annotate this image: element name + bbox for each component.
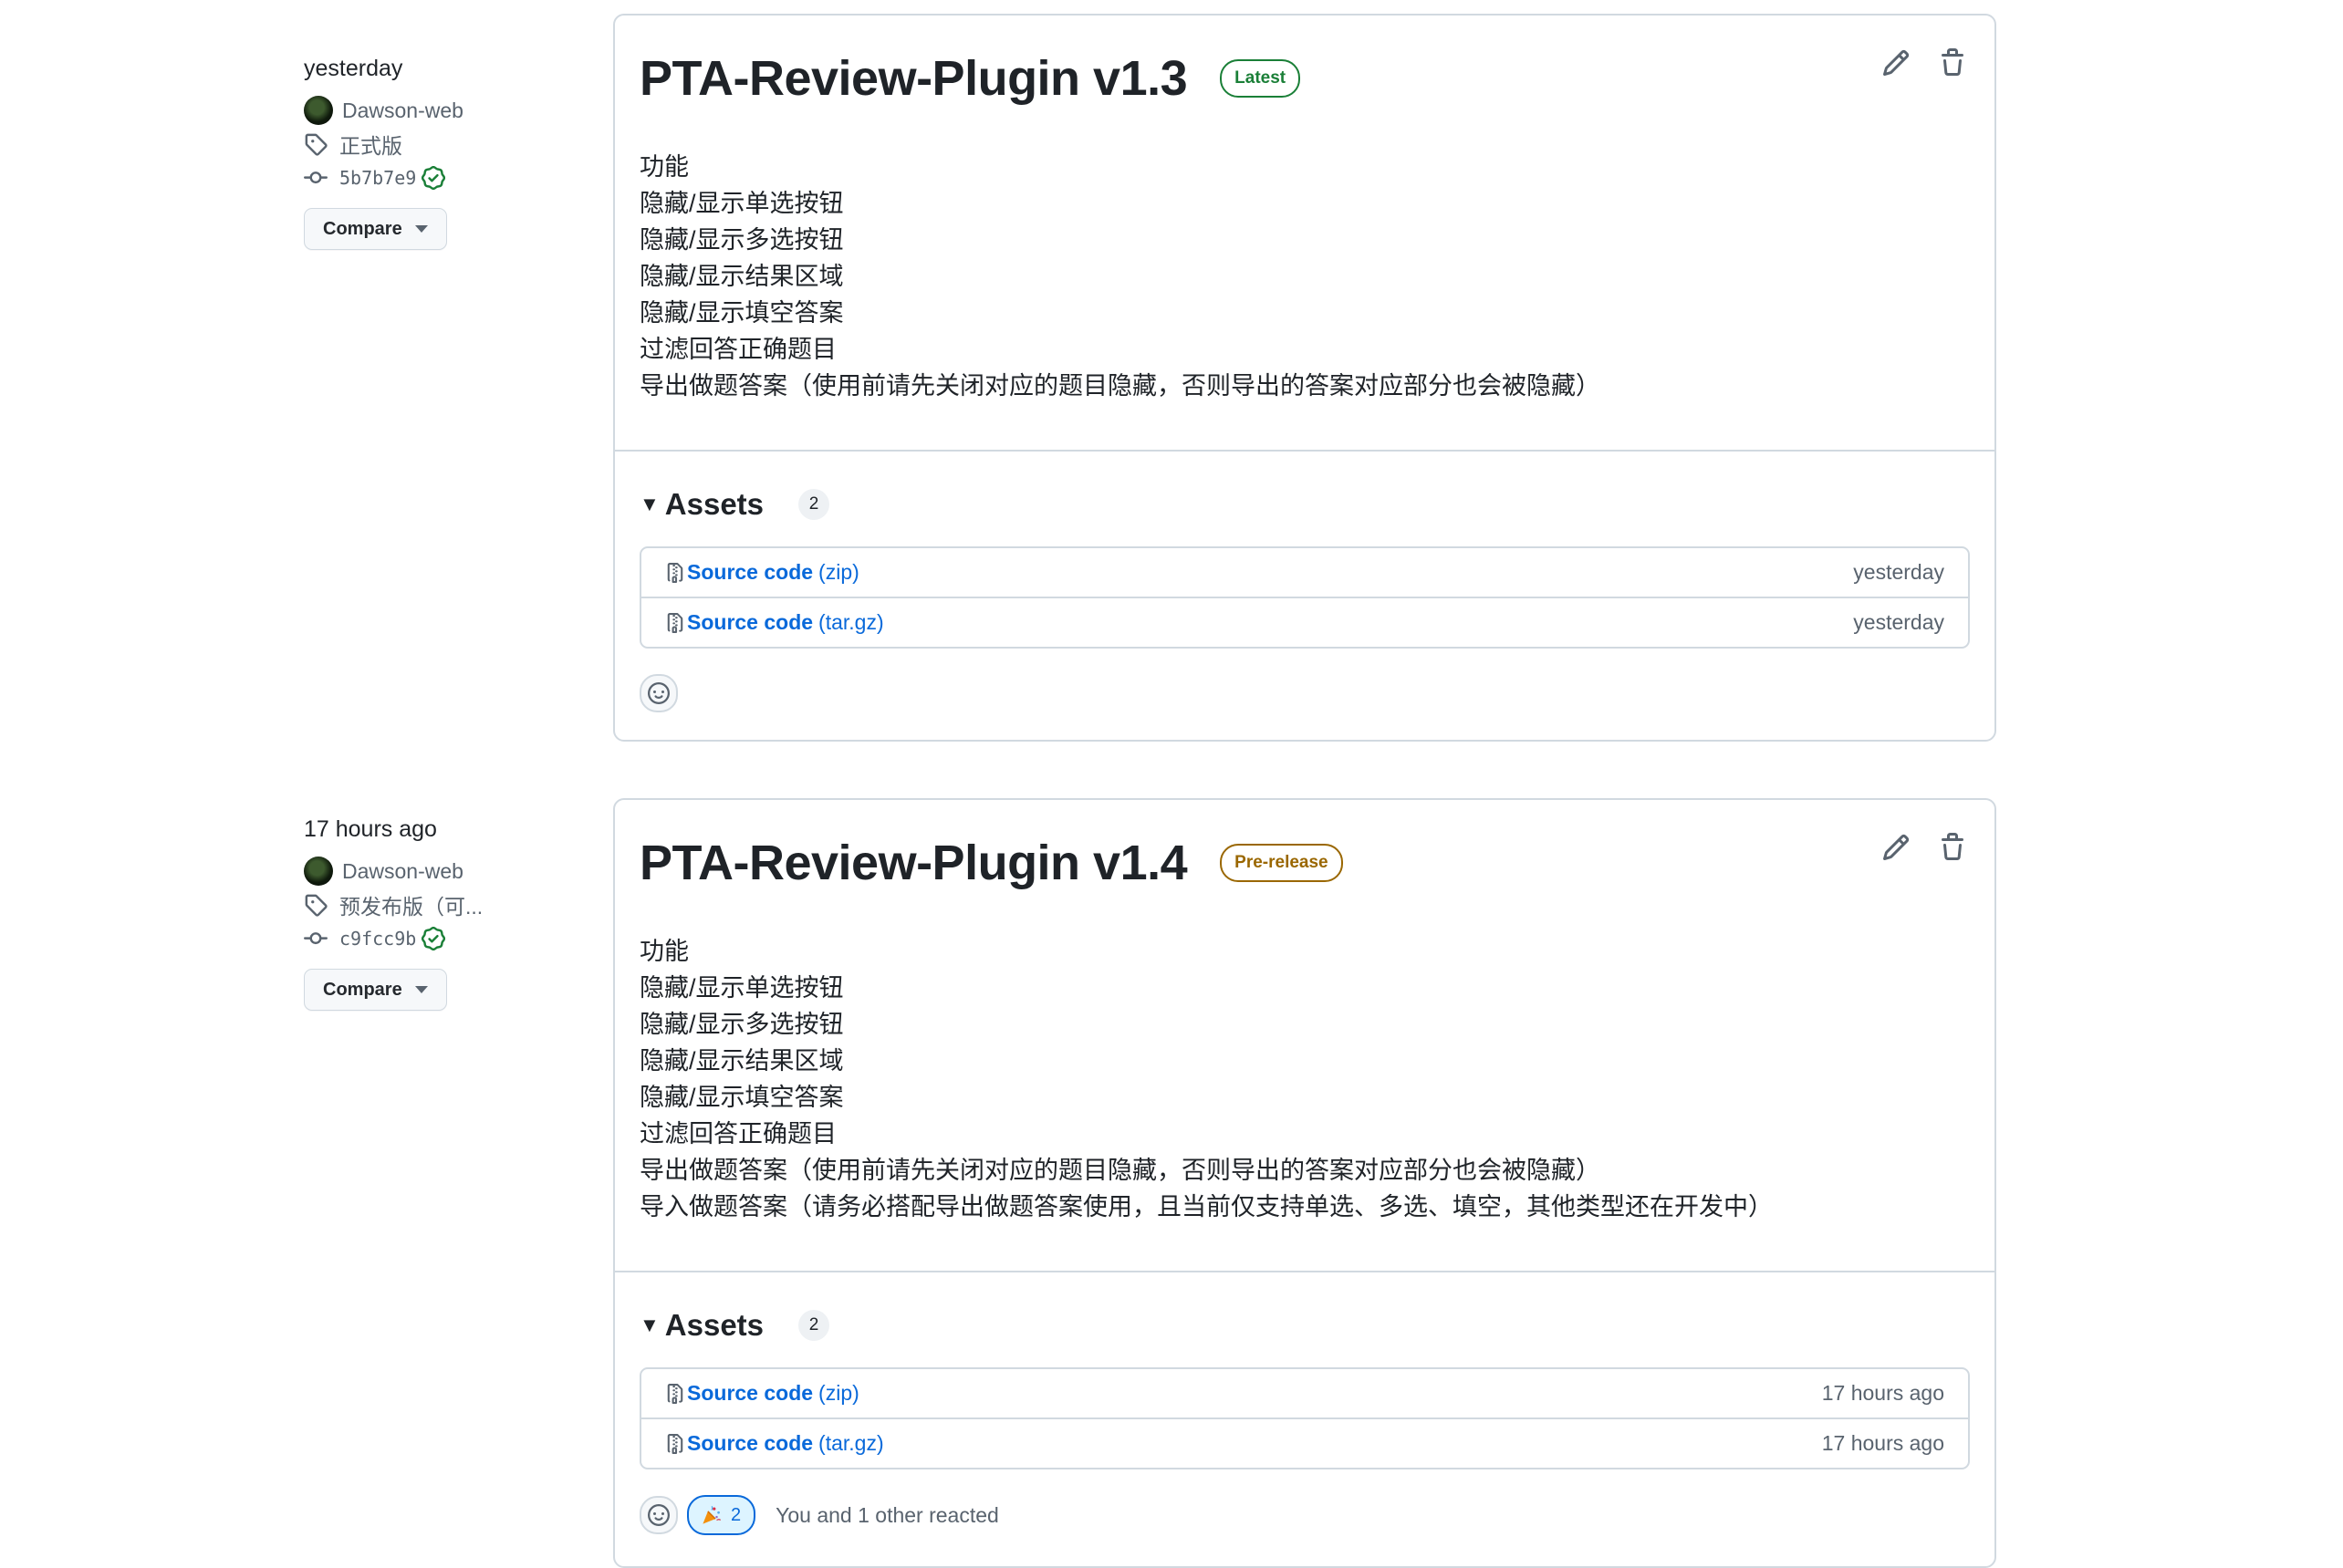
asset-ext[interactable]: (tar.gz): [818, 1431, 884, 1456]
asset-ext[interactable]: (zip): [818, 1381, 859, 1406]
divider: [615, 1271, 1994, 1272]
reactions: [640, 674, 1970, 740]
commit-sha[interactable]: 5b7b7e9: [339, 167, 416, 189]
tada-reaction-button[interactable]: 2: [687, 1495, 756, 1535]
release-author[interactable]: Dawson-web: [304, 856, 541, 887]
note-line: 导出做题答案（使用前请先关闭对应的题目隐藏，否则导出的答案对应部分也会被隐藏）: [640, 372, 1600, 400]
assets-label: Assets: [664, 487, 765, 521]
commit-icon: [304, 932, 328, 945]
release-sidebar: yesterday Dawson-web 正式版 5b7b7e9 Compare: [304, 54, 541, 250]
tag-icon: [305, 133, 328, 156]
release-date: 17 hours ago: [304, 816, 437, 842]
author-name[interactable]: Dawson-web: [342, 859, 463, 884]
note-line: 导入做题答案（请务必搭配导出做题答案使用，且当前仅支持单选、多选、填空，其他类型…: [640, 1193, 1773, 1220]
file-zip-icon: [667, 562, 683, 583]
release-commit[interactable]: 5b7b7e9: [304, 162, 541, 193]
release-card: PTA-Review-Plugin v1.4 Pre-release 功能 隐藏…: [613, 798, 1996, 1568]
release-sidebar: 17 hours ago Dawson-web 预发布版（可... c9fcc9…: [304, 815, 541, 1011]
pencil-icon[interactable]: [1881, 48, 1911, 78]
file-zip-icon: [667, 1433, 683, 1454]
release-title[interactable]: PTA-Review-Plugin v1.3: [640, 47, 1188, 110]
note-line: 导出做题答案（使用前请先关闭对应的题目隐藏，否则导出的答案对应部分也会被隐藏）: [640, 1157, 1600, 1184]
note-line: 隐藏/显示填空答案: [640, 299, 844, 327]
avatar[interactable]: [304, 857, 333, 886]
caret-down-icon: [414, 986, 428, 993]
add-reaction-button[interactable]: [640, 1496, 678, 1534]
trash-icon[interactable]: [1938, 833, 1967, 862]
latest-badge: Latest: [1220, 59, 1301, 98]
asset-date: 17 hours ago: [1821, 1381, 1944, 1405]
trash-icon[interactable]: [1938, 48, 1967, 78]
release-notes: 功能 隐藏/显示单选按钮 隐藏/显示多选按钮 隐藏/显示结果区域 隐藏/显示填空…: [640, 149, 1970, 404]
asset-row: Source code (zip) 17 hours ago: [641, 1369, 1968, 1417]
note-line: 隐藏/显示多选按钮: [640, 226, 844, 254]
note-line: 隐藏/显示结果区域: [640, 263, 844, 290]
file-zip-icon: [667, 612, 683, 633]
release-date: yesterday: [304, 56, 403, 81]
reaction-summary: You and 1 other reacted: [776, 1502, 999, 1527]
release-tag[interactable]: 正式版: [304, 129, 541, 160]
asset-row: Source code (tar.gz) yesterday: [641, 597, 1968, 647]
tag-name[interactable]: 正式版: [339, 129, 402, 160]
reactions: 2 You and 1 other reacted: [640, 1495, 1970, 1563]
asset-ext[interactable]: (tar.gz): [818, 610, 884, 635]
avatar[interactable]: [304, 96, 333, 125]
assets-label: Assets: [664, 1308, 765, 1342]
note-line: 隐藏/显示单选按钮: [640, 190, 844, 217]
release-notes: 功能 隐藏/显示单选按钮 隐藏/显示多选按钮 隐藏/显示结果区域 隐藏/显示填空…: [640, 933, 1970, 1225]
release-card: PTA-Review-Plugin v1.3 Latest 功能 隐藏/显示单选…: [613, 14, 1996, 742]
tag-name[interactable]: 预发布版（可...: [339, 889, 483, 920]
triangle-down-icon: ▼: [640, 493, 660, 515]
verified-check-icon[interactable]: [422, 166, 446, 190]
add-reaction-button[interactable]: [640, 674, 678, 712]
commit-icon: [304, 171, 328, 184]
assets-toggle[interactable]: ▼ Assets 2: [640, 1300, 1970, 1351]
caret-down-icon: [414, 225, 428, 233]
triangle-down-icon: ▼: [640, 1314, 660, 1336]
asset-link[interactable]: Source code: [687, 560, 813, 585]
asset-row: Source code (zip) yesterday: [641, 548, 1968, 597]
note-line: 功能: [640, 153, 689, 181]
release-tag[interactable]: 预发布版（可...: [304, 889, 541, 920]
asset-ext[interactable]: (zip): [818, 560, 859, 585]
asset-date: yesterday: [1853, 560, 1944, 584]
asset-list: Source code (zip) yesterday Source code …: [640, 546, 1970, 649]
release-commit[interactable]: c9fcc9b: [304, 923, 541, 954]
asset-link[interactable]: Source code: [687, 610, 813, 635]
assets-toggle[interactable]: ▼ Assets 2: [640, 479, 1970, 530]
note-line: 过滤回答正确题目: [640, 336, 837, 363]
smiley-icon: [648, 682, 670, 704]
note-line: 隐藏/显示多选按钮: [640, 1011, 844, 1038]
asset-list: Source code (zip) 17 hours ago Source co…: [640, 1367, 1970, 1469]
note-line: 过滤回答正确题目: [640, 1120, 837, 1147]
divider: [615, 450, 1994, 452]
assets-count: 2: [798, 489, 830, 520]
file-zip-icon: [667, 1383, 683, 1404]
asset-link[interactable]: Source code: [687, 1431, 813, 1456]
tag-icon: [305, 894, 328, 917]
pencil-icon[interactable]: [1881, 833, 1911, 862]
compare-label: Compare: [323, 218, 402, 239]
verified-check-icon[interactable]: [422, 927, 446, 950]
commit-sha[interactable]: c9fcc9b: [339, 928, 416, 950]
compare-label: Compare: [323, 979, 402, 1000]
author-name[interactable]: Dawson-web: [342, 99, 463, 123]
note-line: 隐藏/显示结果区域: [640, 1047, 844, 1075]
compare-button[interactable]: Compare: [304, 969, 447, 1011]
note-line: 功能: [640, 938, 689, 965]
asset-date: yesterday: [1853, 610, 1944, 634]
note-line: 隐藏/显示填空答案: [640, 1084, 844, 1111]
prerelease-badge: Pre-release: [1220, 844, 1343, 882]
release-author[interactable]: Dawson-web: [304, 95, 541, 126]
release-title[interactable]: PTA-Review-Plugin v1.4: [640, 831, 1188, 895]
asset-link[interactable]: Source code: [687, 1381, 813, 1406]
asset-row: Source code (tar.gz) 17 hours ago: [641, 1417, 1968, 1468]
note-line: 隐藏/显示单选按钮: [640, 974, 844, 1002]
asset-date: 17 hours ago: [1821, 1431, 1944, 1455]
reaction-count: 2: [731, 1504, 742, 1525]
smiley-icon: [648, 1504, 670, 1526]
tada-icon: [703, 1505, 722, 1524]
assets-count: 2: [798, 1310, 830, 1341]
compare-button[interactable]: Compare: [304, 208, 447, 250]
